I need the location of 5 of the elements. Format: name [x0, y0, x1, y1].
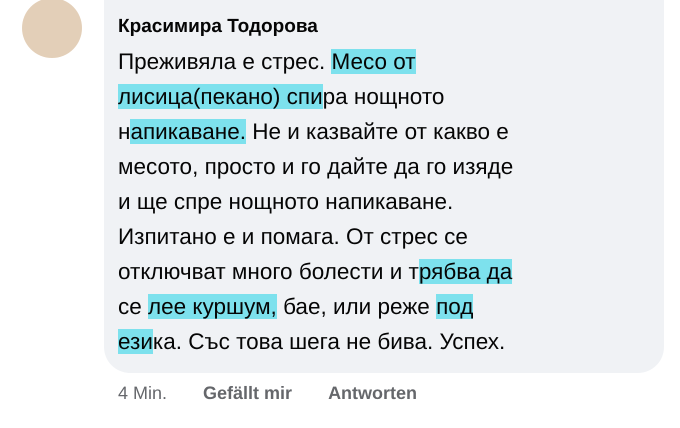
action-link[interactable]: Gefällt mir — [203, 383, 292, 404]
comment-text: Преживяла е стрес. Месо от лисица(пекано) спира нощното напикаване. Не и казвайте от какво е месото, просто и го дайте да го изяде и ще спре нощното напикаване. Изпитано е и помага. От стрес се отключват много болести и трябва да се лее куршум, бае, или реже под езика. Със това шега не бива. Успех. — [118, 48, 514, 356]
timestamp: 4 Min. — [118, 383, 168, 404]
action-link[interactable]: Antworten — [328, 383, 418, 404]
author-name[interactable]: Красимира Тодорова — [118, 4, 638, 38]
